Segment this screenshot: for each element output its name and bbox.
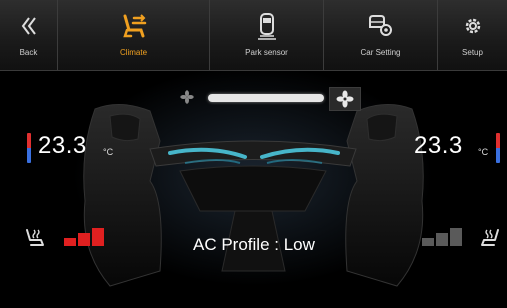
right-seat-heater-icon[interactable]	[478, 226, 502, 248]
fan-speed-slider[interactable]	[208, 94, 324, 102]
nav-back-label: Back	[19, 48, 38, 57]
car-gear-icon	[366, 11, 396, 41]
left-heat-level-bar-3	[92, 228, 104, 246]
left-heat-level-bar-2	[78, 233, 90, 246]
chevron-double-left-icon	[14, 11, 44, 41]
right-temp-indicator	[496, 133, 500, 163]
left-seat-heat-level[interactable]	[64, 228, 106, 246]
nav-car-setting-label: Car Setting	[360, 48, 401, 57]
nav-back-button[interactable]: Back	[0, 0, 58, 70]
nav-climate-tab[interactable]: Climate	[58, 0, 210, 70]
climate-seat-airflow-icon	[119, 11, 149, 41]
left-heat-level-bar-1	[64, 238, 76, 246]
fan-speed-control[interactable]	[178, 87, 364, 111]
nav-park-sensor-tab[interactable]: Park sensor	[210, 0, 324, 70]
nav-setup-tab[interactable]: Setup	[438, 0, 507, 70]
nav-setup-label: Setup	[462, 48, 483, 57]
right-heat-level-bar-3	[450, 228, 462, 246]
left-temperature[interactable]: 23.3	[38, 132, 87, 160]
park-sensor-icon	[252, 11, 282, 41]
fan-high-button[interactable]	[329, 87, 361, 111]
right-temperature[interactable]: 23.3	[414, 132, 463, 160]
fan-high-icon	[336, 90, 354, 108]
right-heat-level-bar-2	[436, 233, 448, 246]
gear-icon	[458, 11, 488, 41]
right-seat-heat-level[interactable]	[422, 228, 464, 246]
nav-park-sensor-label: Park sensor	[245, 48, 288, 57]
left-seat-heater-icon[interactable]	[23, 226, 47, 248]
climate-panel: 23.3 °C 23.3 °C AC Profile : Low	[0, 71, 507, 308]
top-navigation-bar: Back Climate Park sensor Car Setting Set…	[0, 0, 507, 71]
right-temp-unit: °C	[478, 147, 489, 157]
nav-car-setting-tab[interactable]: Car Setting	[324, 0, 438, 70]
right-heat-level-bar-1	[422, 238, 434, 246]
left-temp-indicator	[27, 133, 31, 163]
left-temp-unit: °C	[103, 147, 114, 157]
ac-profile-status: AC Profile : Low	[193, 235, 315, 254]
fan-low-icon[interactable]	[180, 90, 194, 104]
nav-climate-label: Climate	[119, 48, 148, 57]
